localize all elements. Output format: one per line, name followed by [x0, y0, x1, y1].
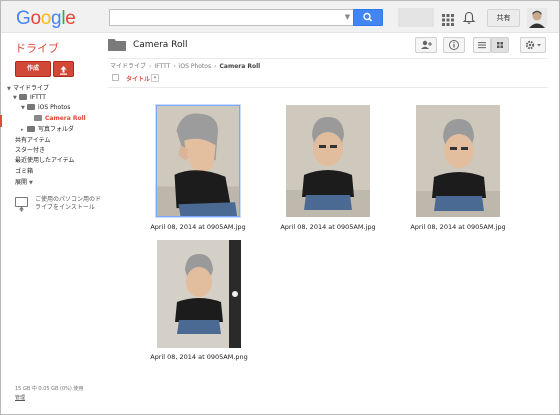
- list-view-icon: [478, 42, 486, 49]
- add-person-icon: [421, 40, 432, 49]
- folder-icon: [108, 39, 126, 51]
- breadcrumb-separator: ›: [173, 63, 176, 70]
- photo-front-doll: [286, 105, 370, 217]
- manage-storage-link[interactable]: 管理: [15, 394, 25, 401]
- top-bar: Google ▼ 共有: [1, 1, 559, 33]
- avatar[interactable]: [527, 8, 547, 28]
- gear-icon: [525, 40, 541, 50]
- search-icon: [363, 12, 373, 22]
- tree-item-ios-photos[interactable]: ▼ iOS Photos: [21, 103, 70, 112]
- folder-icon: [19, 94, 27, 100]
- photo-screenshot-doll: [157, 240, 241, 348]
- folder-icon: [34, 115, 42, 121]
- photo-front-doll: [416, 105, 500, 217]
- tree-item-label: 写真フォルダ: [38, 126, 75, 133]
- tree-item-my-drive[interactable]: ▼ マイドライブ: [7, 84, 49, 93]
- computer-monitor-icon[interactable]: [15, 197, 28, 212]
- breadcrumb-item[interactable]: マイドライブ: [110, 63, 146, 70]
- nav-more[interactable]: 展開 ▼: [15, 178, 35, 187]
- settings-button[interactable]: [520, 37, 546, 53]
- file-name[interactable]: April 08, 2014 at 0905AM.jpg: [393, 223, 523, 231]
- notifications-bell-icon[interactable]: [462, 10, 476, 24]
- create-button[interactable]: 作成: [15, 61, 51, 77]
- nav-starred[interactable]: スター付き: [15, 146, 45, 155]
- share-button[interactable]: 共有: [487, 9, 520, 27]
- nav-label: 共有アイテム: [15, 137, 51, 144]
- tree-item-label: iOS Photos: [38, 104, 71, 111]
- nav-recent[interactable]: 最近使用したアイテム: [15, 156, 74, 165]
- grid-view-button[interactable]: [491, 37, 509, 53]
- tree-item-photo-folder[interactable]: ▸ 写真フォルダ: [21, 125, 74, 134]
- folder-icon: [27, 126, 35, 132]
- account-name-block[interactable]: [398, 8, 434, 27]
- search-input[interactable]: [109, 9, 354, 26]
- selected-item-marker: [0, 115, 2, 127]
- info-icon: [449, 40, 459, 50]
- file-thumbnail[interactable]: [157, 240, 241, 348]
- nav-shared-with-me[interactable]: 共有アイテム: [15, 136, 50, 145]
- file-thumbnail[interactable]: [286, 105, 370, 217]
- share-folder-button[interactable]: [415, 37, 437, 53]
- tree-item-camera-roll[interactable]: Camera Roll: [34, 114, 86, 123]
- sort-dropdown-icon[interactable]: ▾: [151, 74, 159, 82]
- tree-item-ifttt[interactable]: ▼ IFTTT: [13, 93, 46, 102]
- select-all-checkbox[interactable]: [112, 74, 119, 81]
- folder-icon: [27, 104, 35, 110]
- nav-label: 最近使用したアイテム: [15, 157, 75, 164]
- apps-grid-icon[interactable]: [442, 11, 454, 26]
- file-name[interactable]: April 08, 2014 at 0905AM.png: [134, 353, 264, 361]
- drive-title: ドライブ: [15, 42, 59, 55]
- chevron-down-icon: ▼: [29, 180, 33, 186]
- file-thumbnail[interactable]: [416, 105, 500, 217]
- breadcrumb-item[interactable]: iOS Photos: [179, 63, 211, 70]
- nav-label: スター付き: [15, 147, 46, 154]
- details-button[interactable]: [443, 37, 465, 53]
- photo-profile-doll: [157, 106, 239, 216]
- page-title: Camera Roll: [133, 40, 188, 50]
- upload-icon: [60, 66, 67, 75]
- breadcrumb-current: Camera Roll: [219, 63, 261, 70]
- breadcrumb: マイドライブ › IFTTT › iOS Photos › Camera Roll: [110, 61, 260, 70]
- nav-label: 展開: [15, 179, 28, 186]
- header-divider: [108, 58, 548, 59]
- file-name[interactable]: April 08, 2014 at 0905AM.jpg: [133, 223, 263, 231]
- breadcrumb-item[interactable]: IFTTT: [154, 63, 170, 70]
- file-name[interactable]: April 08, 2014 at 0905AM.jpg: [263, 223, 393, 231]
- file-thumbnail[interactable]: [156, 105, 240, 217]
- search-button[interactable]: [353, 9, 383, 26]
- title-column-header[interactable]: タイトル: [126, 74, 150, 83]
- google-logo[interactable]: Google: [16, 8, 76, 30]
- upload-button[interactable]: [53, 61, 74, 77]
- nav-label: ゴミ箱: [15, 168, 34, 175]
- nav-trash[interactable]: ゴミ箱: [15, 167, 33, 176]
- column-divider: [108, 87, 548, 88]
- tree-item-label: IFTTT: [30, 94, 46, 101]
- storage-usage-text: 15 GB 中 0.05 GB (0%) 使用: [15, 386, 84, 392]
- tree-item-label: Camera Roll: [45, 115, 86, 122]
- grid-view-icon: [497, 42, 503, 48]
- tree-item-label: マイドライブ: [13, 85, 50, 92]
- breadcrumb-separator: ›: [214, 63, 217, 70]
- list-view-button[interactable]: [473, 37, 491, 53]
- install-drive-link[interactable]: ご使用のパソコン用のドライブをインストール: [35, 196, 101, 212]
